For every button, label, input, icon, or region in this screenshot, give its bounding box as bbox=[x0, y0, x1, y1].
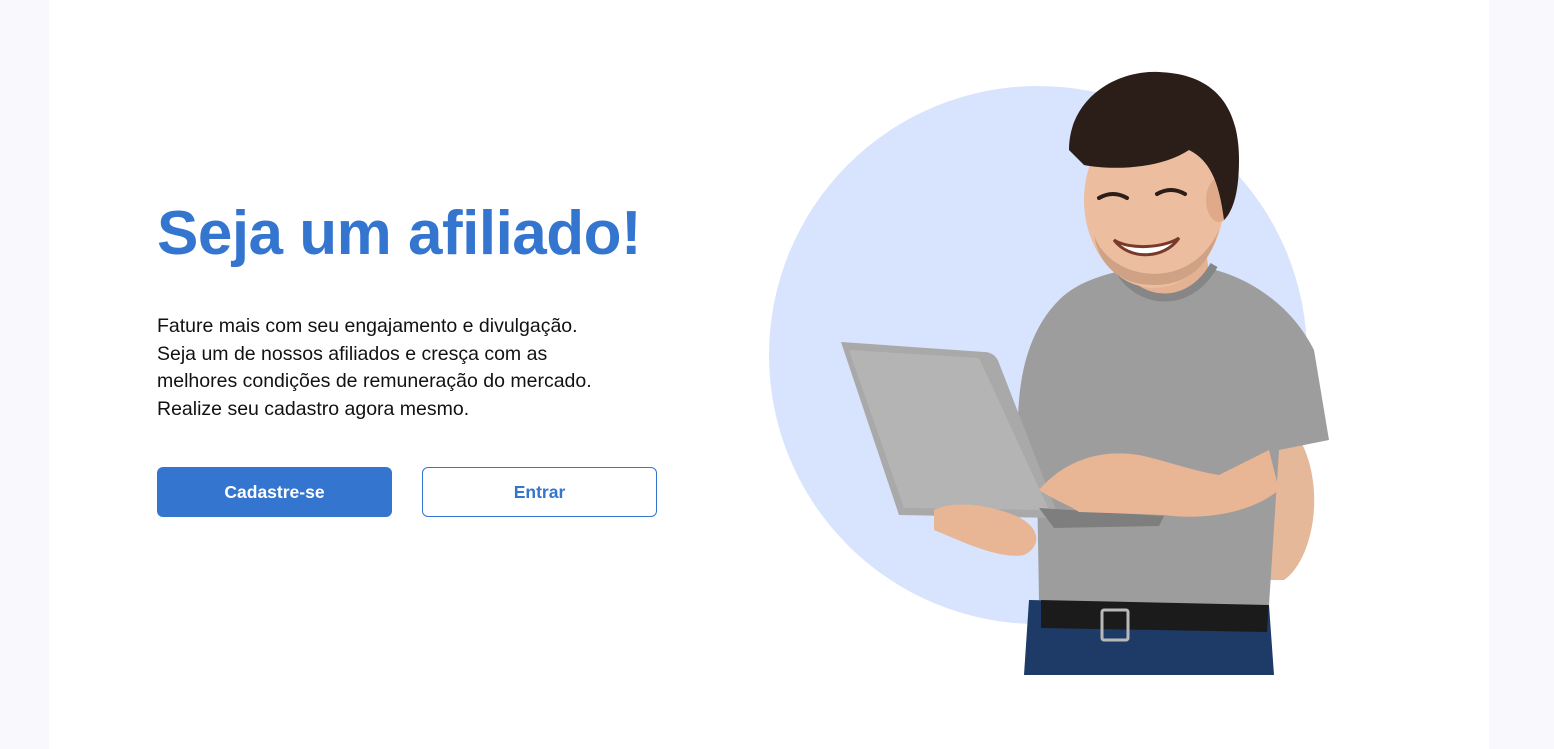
hero-description-line: Seja um de nossos afiliados e cresça com… bbox=[157, 342, 548, 365]
hero-text-block: Seja um afiliado! Fature mais com seu en… bbox=[157, 195, 677, 423]
hero-description: Fature mais com seu engajamento e divulg… bbox=[157, 313, 657, 423]
hero-description-line: Realize seu cadastro agora mesmo. bbox=[157, 397, 470, 420]
login-button[interactable]: Entrar bbox=[422, 467, 657, 517]
hero-actions: Cadastre-se Entrar bbox=[157, 467, 657, 517]
page-container: Seja um afiliado! Fature mais com seu en… bbox=[49, 0, 1489, 749]
signup-button[interactable]: Cadastre-se bbox=[157, 467, 392, 517]
hero-description-line: melhores condições de remuneração do mer… bbox=[157, 370, 592, 392]
hero-description-line: Fature mais com seu engajamento e divulg… bbox=[157, 315, 578, 337]
person-with-laptop-illustration bbox=[769, 71, 1329, 675]
hero-illustration bbox=[769, 60, 1329, 675]
hero-title: Seja um afiliado! bbox=[157, 199, 642, 268]
